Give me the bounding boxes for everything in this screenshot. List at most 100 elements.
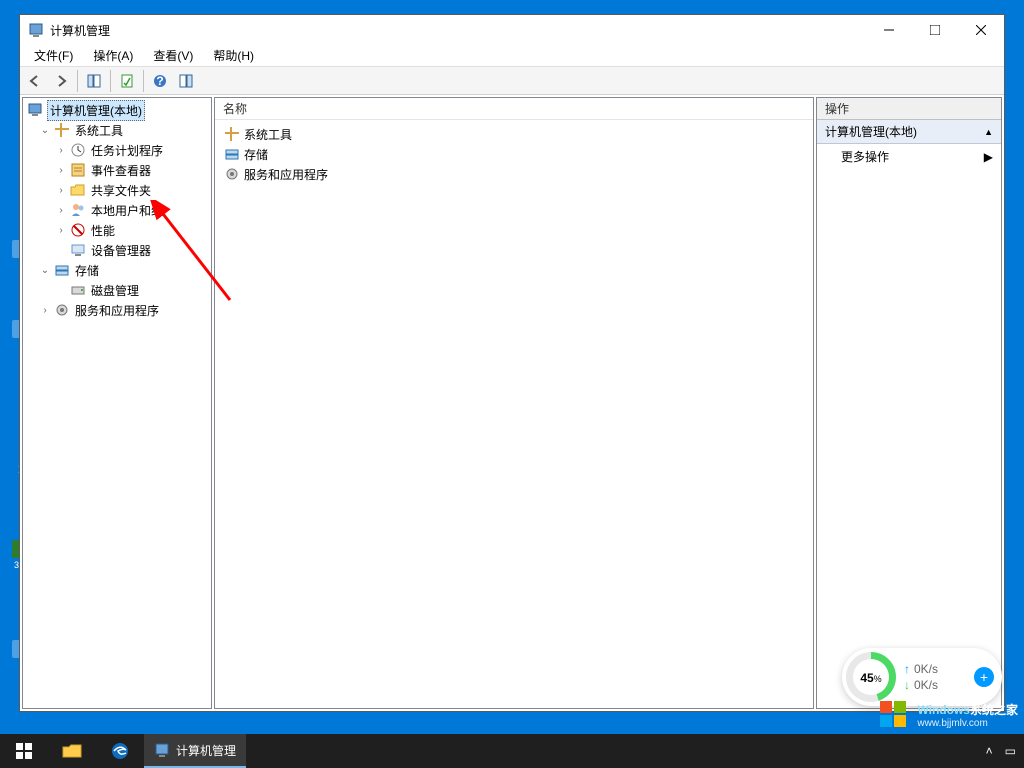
- download-icon: ↓: [904, 678, 910, 692]
- taskbar-active-task[interactable]: 计算机管理: [144, 734, 246, 768]
- list-item-system-tools[interactable]: 系统工具: [219, 124, 809, 144]
- expand-icon[interactable]: ›: [55, 185, 67, 196]
- tree-label: 系统工具: [73, 121, 125, 140]
- tree-system-tools[interactable]: ⌄ 系统工具: [25, 120, 209, 140]
- services-icon: [224, 166, 240, 182]
- taskbar-explorer[interactable]: [48, 734, 96, 768]
- list-item-services[interactable]: 服务和应用程序: [219, 164, 809, 184]
- svg-text:?: ?: [156, 74, 163, 88]
- computer-management-window: 计算机管理 文件(F) 操作(A) 查看(V) 帮助(H) ? 计算机管理(本: [19, 14, 1005, 712]
- tree-label: 服务和应用程序: [73, 301, 161, 320]
- edge-icon: [111, 742, 129, 760]
- expand-icon[interactable]: ›: [55, 145, 67, 156]
- properties-button[interactable]: [115, 69, 139, 93]
- tree-device-manager[interactable]: › 设备管理器: [25, 240, 209, 260]
- tree-shared-folders[interactable]: › 共享文件夹: [25, 180, 209, 200]
- expand-icon[interactable]: ›: [39, 305, 51, 316]
- list-column-header[interactable]: 名称: [215, 98, 813, 120]
- tree-label: 性能: [89, 221, 117, 240]
- tree-panel: 计算机管理(本地) ⌄ 系统工具 › 任务计划程序 › 事件查看器: [22, 97, 212, 709]
- storage-icon: [224, 146, 240, 162]
- actions-panel: 操作 计算机管理(本地) ▲ 更多操作 ▶: [816, 97, 1002, 709]
- actions-header: 操作: [817, 98, 1001, 120]
- app-icon: [28, 22, 44, 38]
- tree-task-scheduler[interactable]: › 任务计划程序: [25, 140, 209, 160]
- taskbar: 计算机管理 ˄ ▭: [0, 734, 1024, 768]
- titlebar[interactable]: 计算机管理: [20, 15, 1004, 45]
- menu-file[interactable]: 文件(F): [26, 45, 81, 66]
- tray-chevron-icon[interactable]: ˄: [986, 744, 993, 758]
- tree-root[interactable]: 计算机管理(本地): [25, 100, 209, 120]
- expand-widget-button[interactable]: +: [974, 667, 994, 687]
- menu-help[interactable]: 帮助(H): [205, 45, 262, 66]
- upload-icon: ↑: [904, 662, 910, 676]
- maximize-button[interactable]: [912, 15, 958, 45]
- app-icon: [154, 742, 170, 758]
- toolbar-separator: [77, 70, 78, 92]
- list-panel: 名称 系统工具 存储 服务和应用程序: [214, 97, 814, 709]
- toolbar: ?: [20, 67, 1004, 95]
- start-button[interactable]: [0, 734, 48, 768]
- tools-icon: [54, 122, 70, 138]
- list-item-label: 存储: [244, 146, 268, 163]
- collapse-icon[interactable]: ⌄: [39, 265, 51, 276]
- expand-icon[interactable]: ›: [55, 205, 67, 216]
- device-icon: [70, 242, 86, 258]
- taskbar-edge[interactable]: [96, 734, 144, 768]
- watermark-url: www.bjjmlv.com: [917, 718, 1018, 729]
- actions-more-label: 更多操作: [841, 148, 889, 165]
- tree-disk-management[interactable]: › 磁盘管理: [25, 280, 209, 300]
- show-hide-action-button[interactable]: [174, 69, 198, 93]
- tree-label: 设备管理器: [89, 241, 153, 260]
- actions-more[interactable]: 更多操作 ▶: [817, 144, 1001, 169]
- usage-percent-suffix: %: [874, 674, 882, 684]
- tree-event-viewer[interactable]: › 事件查看器: [25, 160, 209, 180]
- folder-icon: [62, 743, 82, 759]
- expand-icon[interactable]: ›: [55, 165, 67, 176]
- upload-speed: 0K/s: [914, 662, 938, 676]
- download-speed: 0K/s: [914, 678, 938, 692]
- tree-label: 计算机管理(本地): [47, 100, 145, 121]
- list-body: 系统工具 存储 服务和应用程序: [215, 120, 813, 188]
- system-tray: ˄ ▭: [986, 744, 1024, 758]
- start-icon: [16, 743, 32, 759]
- usage-percent: 45: [860, 671, 873, 685]
- list-item-label: 服务和应用程序: [244, 166, 328, 183]
- expand-icon[interactable]: ›: [55, 225, 67, 236]
- menu-action[interactable]: 操作(A): [85, 45, 141, 66]
- actions-section-label: 计算机管理(本地): [825, 123, 917, 140]
- tree-label: 本地用户和组: [89, 201, 165, 220]
- tree-services-apps[interactable]: › 服务和应用程序: [25, 300, 209, 320]
- menu-view[interactable]: 查看(V): [145, 45, 201, 66]
- services-icon: [54, 302, 70, 318]
- tools-icon: [224, 126, 240, 142]
- clock-icon: [70, 142, 86, 158]
- collapse-icon[interactable]: ⌄: [39, 125, 51, 136]
- back-button[interactable]: [23, 69, 47, 93]
- computer-icon: [28, 102, 44, 118]
- windows-logo-icon: [877, 698, 911, 732]
- tree-performance[interactable]: › 性能: [25, 220, 209, 240]
- watermark-prefix: Windows: [917, 703, 970, 717]
- tree-label: 共享文件夹: [89, 181, 153, 200]
- close-button[interactable]: [958, 15, 1004, 45]
- forward-button[interactable]: [49, 69, 73, 93]
- performance-icon: [70, 222, 86, 238]
- help-button[interactable]: ?: [148, 69, 172, 93]
- tree-label: 事件查看器: [89, 161, 153, 180]
- show-hide-tree-button[interactable]: [82, 69, 106, 93]
- minimize-button[interactable]: [866, 15, 912, 45]
- usage-donut: 45%: [846, 652, 896, 702]
- list-item-storage[interactable]: 存储: [219, 144, 809, 164]
- tree-label: 存储: [73, 261, 101, 280]
- folder-shared-icon: [70, 182, 86, 198]
- disk-icon: [70, 282, 86, 298]
- actions-section-title[interactable]: 计算机管理(本地) ▲: [817, 120, 1001, 144]
- tray-network-icon[interactable]: ▭: [1005, 744, 1016, 758]
- window-title: 计算机管理: [50, 22, 866, 39]
- taskbar-task-label: 计算机管理: [176, 742, 236, 759]
- tree-local-users-groups[interactable]: › 本地用户和组: [25, 200, 209, 220]
- chevron-up-icon: ▲: [984, 127, 993, 137]
- chevron-right-icon: ▶: [984, 150, 993, 164]
- tree-storage[interactable]: ⌄ 存储: [25, 260, 209, 280]
